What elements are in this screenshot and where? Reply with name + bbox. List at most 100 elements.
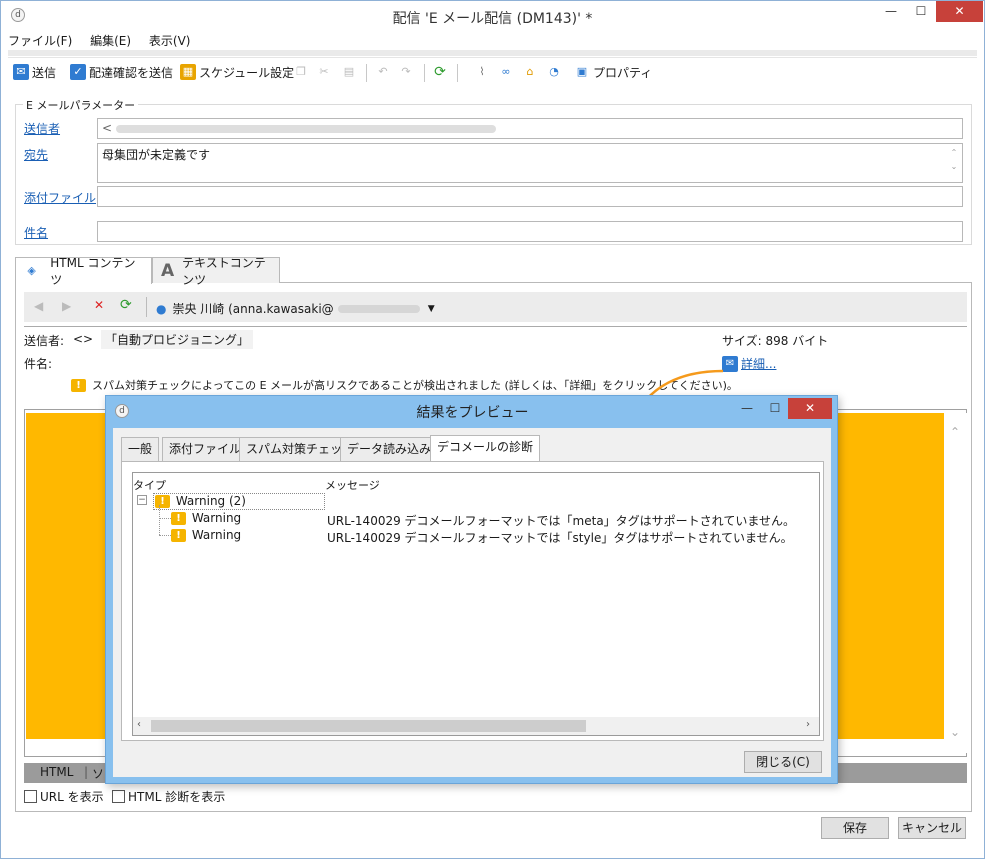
paste-button[interactable]: ▤: [341, 63, 360, 81]
attach-button[interactable]: ⌇: [474, 63, 493, 81]
refresh-preview-icon[interactable]: ⟳: [120, 297, 132, 313]
undo-icon: ↶: [378, 65, 388, 78]
from-link[interactable]: 送信者: [24, 120, 60, 137]
dialog-tab-general[interactable]: 一般: [121, 437, 160, 461]
menu-divider: [8, 50, 977, 56]
warning-icon: !: [171, 512, 186, 525]
dialog-close-action-button[interactable]: 閉じる(C): [744, 751, 822, 773]
warning-icon: !: [155, 495, 170, 508]
save-button[interactable]: 保存: [821, 817, 889, 839]
dialog-minimize-button[interactable]: —: [732, 398, 762, 419]
tree-connector: [159, 505, 160, 535]
tree-row[interactable]: ! Warning URL-140029 デコメールフォーマットでは「style…: [171, 528, 811, 545]
close-button[interactable]: ✕: [936, 1, 983, 22]
tree-group-warning[interactable]: ! Warning (2): [153, 493, 325, 510]
scroll-down-icon[interactable]: ⌄: [950, 725, 960, 739]
details-label: 詳細...: [741, 357, 777, 371]
preview-scrollbar[interactable]: ⌃ ⌄: [945, 413, 967, 753]
navbar-divider: [24, 326, 967, 327]
redo-button[interactable]: ↷: [398, 63, 417, 81]
scroll-up-icon[interactable]: ⌃: [950, 425, 960, 439]
column-type[interactable]: タイプ: [133, 477, 166, 493]
menu-file[interactable]: ファイル(F): [8, 34, 72, 48]
offer-button[interactable]: ⌂: [522, 63, 541, 81]
preview-navbar: ◀ ▶ ✕ ⟳ ● 崇央 川崎 (anna.kawasaki@ ▼: [24, 292, 967, 322]
to-value: 母集団が未定義です: [102, 148, 211, 162]
scissors-icon: ✂: [319, 65, 329, 78]
gift-icon: ⌂: [526, 65, 534, 78]
dialog-tab-deco-diagnostics[interactable]: デコメールの診断: [430, 435, 541, 462]
title-bar: d 配信 'E メール配信 (DM143)' * — ☐ ✕: [1, 1, 984, 32]
refresh-icon: ⟳: [434, 64, 446, 80]
scroll-right-icon[interactable]: ›: [806, 719, 810, 730]
tree-connector: [159, 535, 171, 536]
dialog-tab-data-loading[interactable]: データ読み込み: [340, 437, 439, 461]
tree-row[interactable]: ! Warning URL-140029 デコメールフォーマットでは「meta」…: [171, 511, 811, 528]
view-tab-html[interactable]: HTML: [40, 765, 73, 779]
undo-button[interactable]: ↶: [375, 63, 394, 81]
menu-bar: ファイル(F) 編集(E) 表示(V): [8, 32, 204, 52]
redacted-sender: [116, 124, 497, 133]
to-field[interactable]: 母集団が未定義です ⌃ ⌄: [97, 143, 963, 183]
recipient-selector[interactable]: ● 崇央 川崎 (anna.kawasaki@ ▼: [156, 300, 435, 317]
redo-icon: ↷: [401, 65, 411, 78]
attachments-link[interactable]: 添付ファイル: [24, 189, 96, 206]
show-html-diag-checkbox[interactable]: HTML 診断を表示: [112, 788, 225, 805]
back-arrow-icon[interactable]: ◀: [34, 299, 43, 313]
tab-html-content[interactable]: ◈ HTML コンテンツ: [15, 256, 152, 287]
toolbar-separator: [424, 64, 425, 82]
minimize-button[interactable]: —: [876, 1, 906, 22]
collapse-toggle[interactable]: −: [137, 495, 147, 505]
row-message: URL-140029 デコメールフォーマットでは「meta」タグはサポートされて…: [327, 514, 795, 528]
column-message[interactable]: メッセージ: [325, 477, 380, 493]
attachments-field[interactable]: [97, 186, 963, 207]
forward-arrow-icon[interactable]: ▶: [62, 299, 71, 313]
dialog-maximize-button[interactable]: ☐: [760, 398, 790, 419]
show-url-checkbox[interactable]: URL を表示: [24, 788, 104, 805]
maximize-button[interactable]: ☐: [906, 1, 936, 22]
scrollbar-thumb[interactable]: [151, 720, 586, 732]
row-type: Warning: [191, 528, 242, 542]
subject-field[interactable]: [97, 221, 963, 242]
to-link[interactable]: 宛先: [24, 146, 48, 163]
chevron-down-icon: ▼: [427, 303, 435, 314]
send-proof-button[interactable]: ✓ 配達確認を送信: [70, 63, 173, 81]
show-url-label: URL を表示: [40, 790, 104, 804]
dialog-tab-attachments[interactable]: 添付ファイル: [162, 437, 249, 461]
sender-address: <>: [73, 332, 94, 346]
menu-edit[interactable]: 編集(E): [90, 34, 131, 48]
properties-button[interactable]: ▣ プロパティ: [574, 63, 652, 81]
html-content-icon: ◈: [27, 264, 36, 277]
from-value: <: [102, 121, 113, 135]
preview-results-dialog: d 結果をプレビュー — ☐ ✕ 一般 添付ファイル スパム対策チェック データ…: [105, 395, 838, 784]
diagnostics-tree: タイプ メッセージ − ! Warning (2) ! Warning URL-…: [132, 472, 820, 736]
tab-text-content[interactable]: A テキストコンテンツ: [152, 256, 280, 287]
view-tab-source[interactable]: ソ: [92, 765, 104, 782]
size-info: サイズ: 898 バイト: [722, 334, 829, 348]
show-html-diag-check[interactable]: [112, 790, 125, 803]
envelope-icon: ✉: [13, 64, 29, 80]
show-url-check[interactable]: [24, 790, 37, 803]
toolbar: ✉ 送信 ✓ 配達確認を送信 ▦ スケジュール設定 ❐ ✂ ▤ ↶ ↷ ⟳ ⌇ …: [8, 57, 977, 85]
recipient-name: 崇央 川崎 (anna.kawasaki@: [172, 302, 334, 316]
to-field-scrollbar[interactable]: ⌃ ⌄: [948, 146, 960, 180]
send-button[interactable]: ✉ 送信: [13, 63, 56, 81]
window-title: 配信 'E メール配信 (DM143)' *: [392, 11, 593, 27]
cut-button[interactable]: ✂: [316, 63, 335, 81]
menu-view[interactable]: 表示(V): [149, 34, 191, 48]
envelope-check-icon: ✓: [70, 64, 86, 80]
from-field[interactable]: <: [97, 118, 963, 139]
horizontal-scrollbar[interactable]: ‹ ›: [133, 717, 819, 735]
tracking-button[interactable]: ◔: [546, 63, 565, 81]
refresh-button[interactable]: ⟳: [432, 63, 451, 81]
delete-icon[interactable]: ✕: [94, 298, 104, 312]
subject-link[interactable]: 件名: [24, 224, 48, 241]
link-button[interactable]: ∞: [498, 63, 517, 81]
scroll-left-icon[interactable]: ‹: [137, 719, 141, 730]
dialog-close-button[interactable]: ✕: [788, 398, 832, 419]
email-parameters-label: E メールパラメーター: [23, 97, 139, 113]
copy-button[interactable]: ❐: [293, 63, 312, 81]
schedule-button[interactable]: ▦ スケジュール設定: [180, 63, 294, 81]
row-message: URL-140029 デコメールフォーマットでは「style」タグはサポートされ…: [327, 531, 793, 545]
cancel-button[interactable]: キャンセル: [898, 817, 966, 839]
